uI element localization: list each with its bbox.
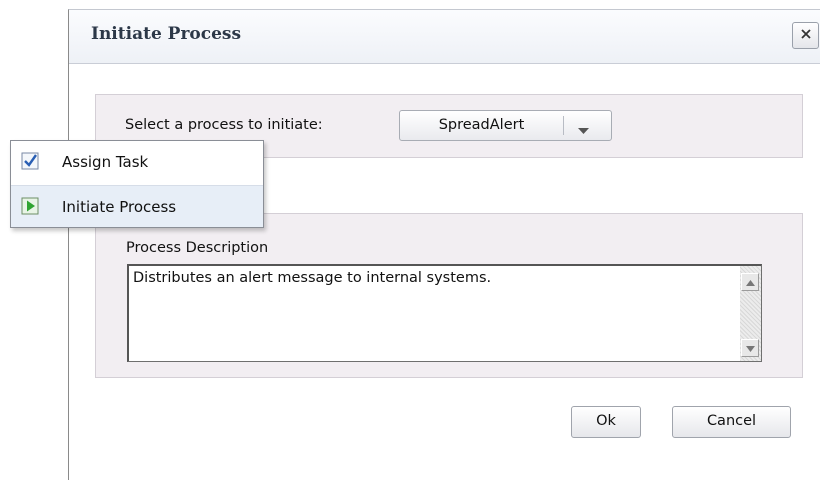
process-select-dropdown[interactable]: SpreadAlert — [399, 110, 612, 141]
menu-item-initiate-process[interactable]: Initiate Process — [11, 185, 263, 227]
process-select-label: Select a process to initiate: — [125, 117, 323, 133]
menu-item-assign-task[interactable]: Assign Task — [11, 141, 263, 183]
scroll-down-button[interactable] — [741, 339, 759, 357]
chevron-down-icon[interactable] — [578, 123, 589, 139]
close-icon — [799, 27, 813, 45]
arrow-up-icon — [745, 274, 755, 290]
checkbox-icon — [21, 152, 39, 170]
ok-button[interactable]: Ok — [571, 406, 641, 438]
dialog-titlebar: Initiate Process — [69, 10, 820, 64]
process-description-panel: Process Description Distributes an alert… — [95, 213, 803, 378]
close-button[interactable] — [792, 22, 819, 49]
arrow-down-icon — [745, 340, 755, 356]
process-description-textarea[interactable]: Distributes an alert message to internal… — [127, 264, 762, 362]
process-description-label: Process Description — [126, 240, 269, 256]
dropdown-divider — [563, 116, 564, 135]
cancel-button[interactable]: Cancel — [672, 406, 791, 438]
context-menu: Assign Task Initiate Process — [10, 140, 264, 228]
dialog-title: Initiate Process — [91, 24, 242, 44]
process-select-value: SpreadAlert — [438, 117, 525, 133]
menu-item-label: Assign Task — [62, 153, 149, 171]
vertical-scrollbar[interactable] — [740, 266, 761, 361]
initiate-process-dialog: Initiate Process Select a process to ini… — [68, 9, 820, 480]
menu-item-label: Initiate Process — [62, 198, 177, 216]
play-icon — [21, 197, 39, 215]
scroll-up-button[interactable] — [741, 273, 759, 291]
process-description-text: Distributes an alert message to internal… — [133, 270, 492, 286]
